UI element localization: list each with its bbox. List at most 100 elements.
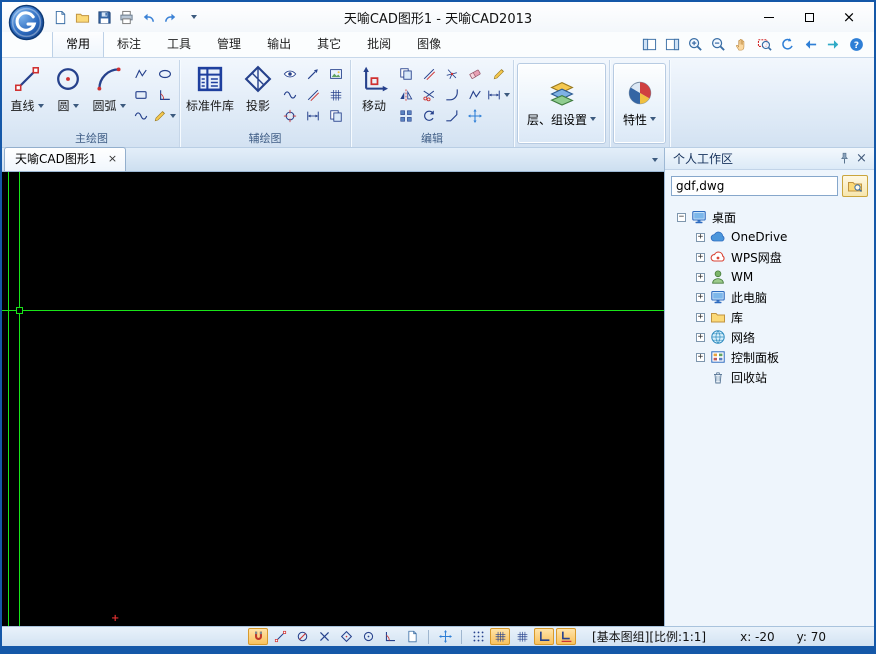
grid-points-toggle[interactable] xyxy=(468,628,488,645)
expand-toggle[interactable]: + xyxy=(696,293,705,302)
node-snap-toggle[interactable] xyxy=(336,628,356,645)
close-button[interactable]: × xyxy=(832,7,866,27)
tree-node-libraries[interactable]: +库 xyxy=(665,307,874,327)
title-bar[interactable]: 天喻CAD图形1 - 天喻CAD2013 × xyxy=(2,2,874,32)
expand-toggle[interactable]: + xyxy=(696,233,705,242)
ribbon-tab-tools[interactable]: 工具 xyxy=(154,31,204,57)
polyline-button[interactable] xyxy=(130,64,152,84)
rotate-button[interactable] xyxy=(418,106,440,126)
snap-notes-toggle[interactable] xyxy=(402,628,422,645)
new-button[interactable] xyxy=(50,7,70,27)
regenerate-button[interactable] xyxy=(777,35,797,54)
offset-button[interactable] xyxy=(418,64,440,84)
undo-button[interactable] xyxy=(138,7,158,27)
help-button[interactable]: ? xyxy=(846,35,866,54)
pan-button[interactable] xyxy=(731,35,751,54)
intersection-snap-toggle[interactable] xyxy=(314,628,334,645)
block-button[interactable] xyxy=(325,106,347,126)
grid-snap-toggle[interactable] xyxy=(490,628,510,645)
parallel-line-button[interactable] xyxy=(302,85,324,105)
leader-button[interactable] xyxy=(302,64,324,84)
customize-quick-access-button[interactable] xyxy=(182,7,202,27)
break-button[interactable] xyxy=(464,85,486,105)
ribbon-tab-dimension[interactable]: 标注 xyxy=(104,31,154,57)
layer-group-settings-button[interactable]: 层、组设置 xyxy=(517,63,606,144)
trim-button[interactable] xyxy=(418,85,440,105)
ribbon-tab-image[interactable]: 图像 xyxy=(404,31,454,57)
tree-node-network[interactable]: +网络 xyxy=(665,327,874,347)
tree-node-wps-cloud[interactable]: +WPS网盘 xyxy=(665,247,874,267)
properties-button[interactable]: 特性 xyxy=(613,63,666,144)
expand-toggle[interactable]: + xyxy=(696,353,705,362)
rectangle-button[interactable] xyxy=(130,85,152,105)
tab-list-dropdown-button[interactable] xyxy=(649,152,658,166)
zoom-in-button[interactable] xyxy=(685,35,705,54)
ellipse-button[interactable] xyxy=(153,64,176,84)
sketch-button[interactable] xyxy=(153,106,176,126)
workspace-search-input[interactable] xyxy=(671,176,838,196)
line-button[interactable]: 直线 xyxy=(7,61,47,127)
zoom-window-button[interactable] xyxy=(754,35,774,54)
erase-button[interactable] xyxy=(464,64,486,84)
stretch-button[interactable] xyxy=(464,106,486,126)
save-button[interactable] xyxy=(94,7,114,27)
explode-button[interactable] xyxy=(441,64,463,84)
next-view-button[interactable] xyxy=(823,35,843,54)
ortho-mode-toggle[interactable] xyxy=(534,628,554,645)
ribbon-tab-other[interactable]: 其它 xyxy=(304,31,354,57)
workspace-panel-toggle-button[interactable] xyxy=(639,35,659,54)
center-mark-button[interactable] xyxy=(279,106,301,126)
snap-off-toggle[interactable] xyxy=(292,628,312,645)
open-button[interactable] xyxy=(72,7,92,27)
arc-button[interactable]: 圆弧 xyxy=(89,61,129,127)
measure-button[interactable] xyxy=(487,85,510,105)
chamfer-button[interactable] xyxy=(441,106,463,126)
panel-pin-button[interactable] xyxy=(836,150,853,167)
tree-node-control-panel[interactable]: +控制面板 xyxy=(665,347,874,367)
panel-close-button[interactable]: × xyxy=(853,150,870,167)
edit-polyline-button[interactable] xyxy=(487,64,510,84)
standard-parts-library-button[interactable]: 标准件库 xyxy=(183,61,237,127)
ribbon-tab-manage[interactable]: 管理 xyxy=(204,31,254,57)
tree-node-this-pc[interactable]: +此电脑 xyxy=(665,287,874,307)
endpoint-snap-toggle[interactable] xyxy=(270,628,290,645)
wavy-line-button[interactable] xyxy=(279,85,301,105)
construction-line-button[interactable] xyxy=(153,85,176,105)
expand-toggle[interactable]: + xyxy=(696,313,705,322)
expand-toggle[interactable]: + xyxy=(696,273,705,282)
move-button[interactable]: 移动 xyxy=(354,61,394,127)
previous-view-button[interactable] xyxy=(800,35,820,54)
properties-panel-toggle-button[interactable] xyxy=(662,35,682,54)
maximize-button[interactable] xyxy=(792,7,826,27)
collapse-toggle[interactable]: − xyxy=(677,213,686,222)
hatch-button[interactable] xyxy=(325,85,347,105)
app-logo-icon[interactable] xyxy=(8,4,45,41)
browse-folder-button[interactable] xyxy=(842,175,868,197)
circle-button[interactable]: 圆 xyxy=(48,61,88,127)
tree-node-wm[interactable]: +WM xyxy=(665,267,874,287)
fillet-button[interactable] xyxy=(441,85,463,105)
baseline-mode-toggle[interactable] xyxy=(556,628,576,645)
projection-button[interactable]: 投影 xyxy=(238,61,278,127)
copy-button[interactable] xyxy=(395,64,417,84)
zoom-out-button[interactable] xyxy=(708,35,728,54)
minimize-button[interactable] xyxy=(752,7,786,27)
cursor-tracking-toggle[interactable] xyxy=(435,628,455,645)
expand-toggle[interactable]: + xyxy=(696,253,705,262)
print-button[interactable] xyxy=(116,7,136,27)
mirror-button[interactable] xyxy=(395,85,417,105)
grid-display-toggle[interactable] xyxy=(512,628,532,645)
drawing-canvas[interactable]: + xyxy=(2,172,664,626)
ribbon-tab-review[interactable]: 批阅 xyxy=(354,31,404,57)
dimension-line-button[interactable] xyxy=(302,106,324,126)
ribbon-tab-common[interactable]: 常用 xyxy=(52,30,104,57)
view-button[interactable] xyxy=(279,64,301,84)
redo-button[interactable] xyxy=(160,7,180,27)
center-snap-toggle[interactable] xyxy=(358,628,378,645)
spline-button[interactable] xyxy=(130,106,152,126)
document-tab-drawing-1[interactable]: 天喻CAD图形1× xyxy=(4,147,126,171)
tab-close-icon[interactable]: × xyxy=(106,153,118,164)
angle-snap-toggle[interactable] xyxy=(380,628,400,645)
object-snap-settings-toggle[interactable] xyxy=(248,628,268,645)
insert-image-button[interactable] xyxy=(325,64,347,84)
